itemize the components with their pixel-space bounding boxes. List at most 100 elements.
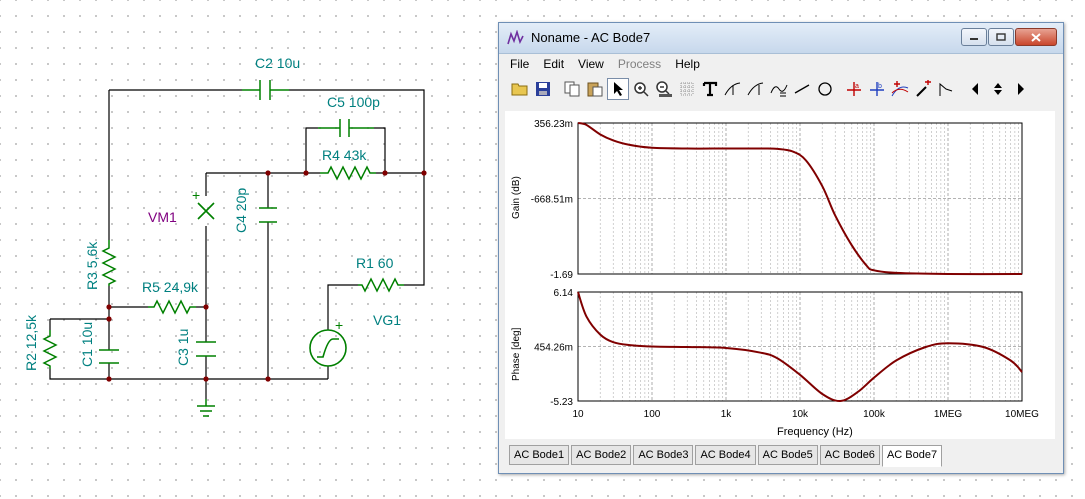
voltmeter-vm1[interactable] bbox=[197, 202, 215, 220]
scroll-up-down-button[interactable] bbox=[987, 78, 1009, 100]
cursor-a-marker-icon: a bbox=[847, 82, 861, 96]
label-vg1: VG1 bbox=[373, 312, 401, 328]
app-icon bbox=[507, 30, 524, 45]
save-button[interactable] bbox=[532, 78, 554, 100]
vg1-plus-sign: + bbox=[335, 317, 343, 333]
circle-icon bbox=[818, 82, 832, 96]
menu-view[interactable]: View bbox=[571, 57, 611, 71]
text-tool-button[interactable] bbox=[699, 78, 721, 100]
copy-button[interactable] bbox=[561, 78, 583, 100]
label-r1: R1 60 bbox=[356, 255, 394, 271]
cursor-b-marker-button[interactable]: b bbox=[866, 78, 888, 100]
zoom-in-button[interactable] bbox=[630, 78, 652, 100]
vm1-plus-sign: + bbox=[192, 187, 200, 203]
grid-button[interactable] bbox=[676, 78, 698, 100]
svg-text:b: b bbox=[878, 83, 882, 90]
open-button[interactable] bbox=[509, 78, 531, 100]
gain-y-tick-label: -1.69 bbox=[550, 270, 573, 281]
minimize-button[interactable] bbox=[961, 28, 987, 46]
x-tick-label: 100 bbox=[644, 409, 661, 420]
probe-button[interactable] bbox=[912, 78, 934, 100]
label-c3: C3 1u bbox=[175, 329, 191, 366]
cursor-a-button[interactable] bbox=[722, 78, 744, 100]
up-down-icon bbox=[994, 83, 1002, 95]
title-bar[interactable]: Noname - AC Bode7 bbox=[499, 23, 1063, 54]
x-tick-label: 1MEG bbox=[934, 409, 963, 420]
cursor-b-marker-icon: b bbox=[870, 82, 884, 96]
label-c1: C1 10u bbox=[79, 322, 95, 367]
tab-bar: AC Bode1 AC Bode2 AC Bode3 AC Bode4 AC B… bbox=[509, 445, 944, 467]
x-tick-label: 10k bbox=[792, 409, 809, 420]
phase-axis-label: Phase [deg] bbox=[511, 327, 522, 381]
close-button[interactable] bbox=[1015, 28, 1057, 46]
cursor-a-marker-button[interactable]: a bbox=[843, 78, 865, 100]
circuit-schematic: + + C2 10u C5 100p R4 43k C4 20p R3 5,6k… bbox=[23, 55, 427, 417]
phase-y-tick-label: 6.14 bbox=[554, 288, 574, 299]
pointer-button[interactable] bbox=[607, 78, 629, 100]
bode-plot[interactable]: Gain (dB) Phase [deg] Frequency (Hz) 356… bbox=[505, 111, 1055, 439]
resistor-r5[interactable] bbox=[148, 299, 196, 315]
wires bbox=[49, 89, 425, 399]
tab-ac-bode6[interactable]: AC Bode6 bbox=[819, 445, 880, 465]
label-r5: R5 24,9k bbox=[142, 279, 199, 295]
tab-ac-bode3[interactable]: AC Bode3 bbox=[633, 445, 694, 465]
add-curve-button[interactable] bbox=[889, 78, 911, 100]
capacitor-c3[interactable] bbox=[196, 341, 216, 357]
menu-help[interactable]: Help bbox=[668, 57, 707, 71]
resistor-r4[interactable] bbox=[320, 165, 376, 181]
right-arrow-icon bbox=[1018, 83, 1024, 95]
label-r3: R3 5,6k bbox=[84, 241, 100, 290]
menu-edit[interactable]: Edit bbox=[536, 57, 571, 71]
resistor-r1[interactable] bbox=[358, 277, 404, 293]
curve-tool-button[interactable] bbox=[768, 78, 790, 100]
capacitor-c1[interactable] bbox=[99, 349, 119, 364]
tab-ac-bode2[interactable]: AC Bode2 bbox=[571, 445, 632, 465]
cursor-b-icon bbox=[747, 82, 764, 96]
tab-ac-bode4[interactable]: AC Bode4 bbox=[695, 445, 756, 465]
close-icon bbox=[1031, 32, 1041, 42]
voltage-generator-vg1[interactable] bbox=[309, 329, 347, 367]
minimize-icon bbox=[970, 38, 978, 40]
menu-file[interactable]: File bbox=[503, 57, 536, 71]
resistor-r3[interactable] bbox=[101, 240, 117, 286]
ground-symbol bbox=[197, 399, 215, 417]
paste-button[interactable] bbox=[584, 78, 606, 100]
gain-y-tick-label: -668.51m bbox=[531, 195, 573, 206]
label-c5: C5 100p bbox=[327, 94, 380, 110]
gain-y-tick-label: 356.23m bbox=[534, 119, 573, 130]
scroll-left-button[interactable] bbox=[964, 78, 986, 100]
zoom-100-icon bbox=[656, 81, 672, 97]
open-icon bbox=[511, 83, 528, 96]
capacitor-c2[interactable] bbox=[242, 80, 289, 100]
save-icon bbox=[536, 82, 550, 96]
capacitor-c4[interactable] bbox=[259, 207, 277, 223]
maximize-button[interactable] bbox=[988, 28, 1014, 46]
label-r4: R4 43k bbox=[322, 147, 367, 163]
tab-ac-bode1[interactable]: AC Bode1 bbox=[509, 445, 570, 465]
label-r2: R2 12,5k bbox=[23, 314, 39, 371]
toolbar: a b bbox=[499, 74, 1063, 104]
probe-icon bbox=[916, 80, 931, 97]
copy-icon bbox=[564, 81, 580, 97]
bode-window: Noname - AC Bode7 File Edit View Process… bbox=[498, 22, 1064, 474]
menu-bar: File Edit View Process Help bbox=[499, 54, 1063, 74]
line-button[interactable] bbox=[791, 78, 813, 100]
zoom-100-button[interactable] bbox=[653, 78, 675, 100]
gain-axis-label: Gain (dB) bbox=[511, 176, 522, 219]
label-vm1: VM1 bbox=[148, 209, 177, 225]
tab-ac-bode7[interactable]: AC Bode7 bbox=[881, 445, 943, 467]
phase-y-tick-label: -5.23 bbox=[550, 397, 573, 408]
cursor-b-button[interactable] bbox=[745, 78, 767, 100]
text-tool-icon bbox=[702, 81, 718, 97]
cursor-a-icon bbox=[724, 82, 741, 96]
graph-button[interactable] bbox=[935, 78, 957, 100]
resistor-r2[interactable] bbox=[42, 330, 58, 369]
circle-button[interactable] bbox=[814, 78, 836, 100]
curve-tool-icon bbox=[770, 84, 788, 97]
label-c4: C4 20p bbox=[233, 188, 249, 233]
window-title: Noname - AC Bode7 bbox=[531, 30, 651, 45]
menu-process[interactable]: Process bbox=[611, 57, 668, 71]
capacitor-c5[interactable] bbox=[318, 119, 374, 137]
tab-ac-bode5[interactable]: AC Bode5 bbox=[757, 445, 818, 465]
scroll-right-button[interactable] bbox=[1010, 78, 1032, 100]
